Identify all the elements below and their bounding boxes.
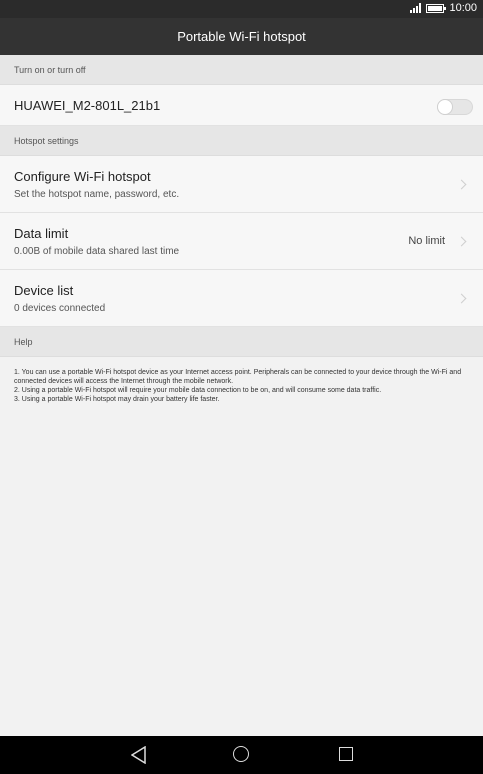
battery-icon <box>426 3 447 13</box>
data-limit-title: Data limit <box>14 226 69 241</box>
hotspot-switch[interactable] <box>437 99 473 115</box>
page-title: Portable Wi-Fi hotspot <box>177 29 306 44</box>
home-icon[interactable] <box>233 746 249 762</box>
switch-knob <box>437 99 453 115</box>
recent-apps-icon[interactable] <box>339 747 353 761</box>
configure-title: Configure Wi-Fi hotspot <box>14 169 151 184</box>
device-list-title: Device list <box>14 283 74 298</box>
configure-subtitle: Set the hotspot name, password, etc. <box>14 189 180 200</box>
help-line: 2. Using a portable Wi-Fi hotspot will r… <box>14 387 382 394</box>
device-list-subtitle: 0 devices connected <box>14 303 106 314</box>
configure-hotspot-item[interactable]: Configure Wi-Fi hotspot Set the hotspot … <box>0 156 483 213</box>
signal-icon <box>410 3 422 13</box>
section-header-help: Help <box>0 327 483 357</box>
section-label: Hotspot settings <box>14 135 79 146</box>
data-limit-item[interactable]: Data limit 0.00B of mobile data shared l… <box>0 213 483 270</box>
chevron-right-icon <box>456 293 467 304</box>
section-label: Help <box>14 336 33 347</box>
chevron-right-icon <box>456 236 467 247</box>
help-line: 3. Using a portable Wi-Fi hotspot may dr… <box>14 396 220 403</box>
data-limit-subtitle: 0.00B of mobile data shared last time <box>14 246 180 257</box>
data-limit-value: No limit <box>408 235 445 247</box>
help-text: 1. You can use a portable Wi-Fi hotspot … <box>14 368 469 404</box>
back-icon[interactable] <box>130 745 147 769</box>
title-bar: Portable Wi-Fi hotspot <box>0 18 483 55</box>
section-header-settings: Hotspot settings <box>0 126 483 156</box>
device-list-item[interactable]: Device list 0 devices connected <box>0 270 483 327</box>
section-header-power: Turn on or turn off <box>0 55 483 85</box>
hotspot-toggle-row[interactable]: HUAWEI_M2-801L_21b1 <box>0 85 483 126</box>
help-line: 1. You can use a portable Wi-Fi hotspot … <box>14 369 462 385</box>
status-time: 10:00 <box>449 2 477 14</box>
section-label: Turn on or turn off <box>14 64 86 75</box>
chevron-right-icon <box>456 179 467 190</box>
navigation-bar <box>0 736 483 774</box>
hotspot-name: HUAWEI_M2-801L_21b1 <box>14 98 161 113</box>
status-bar: 10:00 <box>0 0 483 18</box>
